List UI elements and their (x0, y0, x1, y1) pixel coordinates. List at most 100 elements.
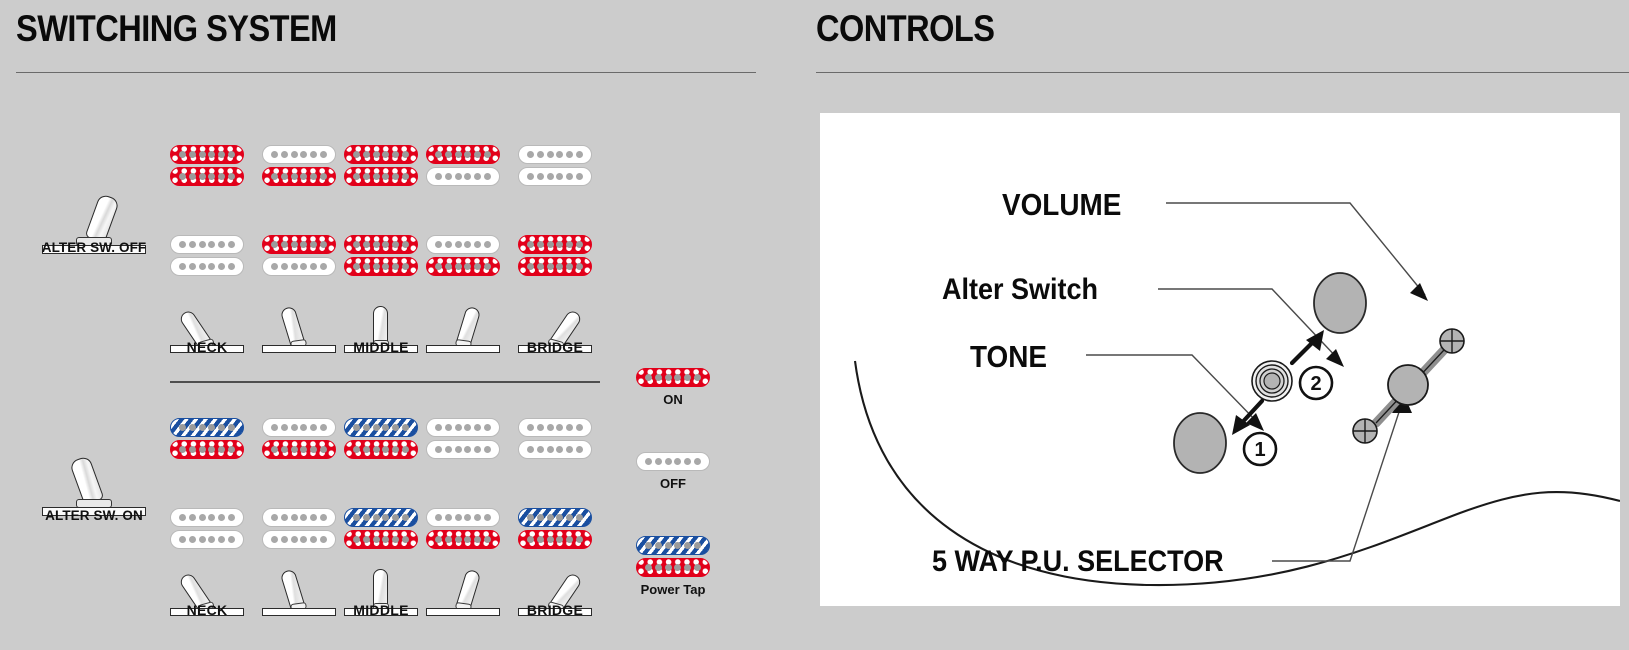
pole-piece (444, 536, 452, 543)
pole-piece (674, 564, 682, 571)
pickup-coil-tap (344, 418, 418, 437)
pole-pieces (345, 419, 417, 436)
pole-piece (566, 241, 574, 248)
pole-piece (402, 446, 410, 453)
pole-piece (228, 263, 236, 270)
pole-piece (280, 151, 288, 158)
pickup-coil-off (518, 145, 592, 164)
pole-piece (644, 374, 652, 381)
pole-piece (484, 514, 492, 521)
pole-piece (198, 446, 206, 453)
tone-knob[interactable] (1173, 412, 1227, 474)
pole-piece (228, 446, 236, 453)
alter-motion-arrow-2 (1289, 330, 1324, 366)
pole-piece (290, 514, 298, 521)
selector-base-icon (426, 608, 500, 616)
pole-piece (474, 173, 482, 180)
pole-piece (310, 151, 318, 158)
controls-title-divider (816, 72, 1629, 73)
position-label-middle: MIDDLE (353, 339, 409, 355)
pole-piece (526, 536, 534, 543)
pole-piece (320, 424, 328, 431)
pole-piece (484, 536, 492, 543)
pole-pieces (171, 441, 243, 458)
pole-piece (484, 424, 492, 431)
pickup-coil-on (170, 145, 244, 164)
guitar-spec-sheet: SWITCHING SYSTEM ALTER SW. OFF ALTER SW.… (0, 0, 1629, 650)
pole-pieces (345, 258, 417, 275)
pole-pieces (519, 509, 591, 526)
pole-piece (382, 263, 390, 270)
pole-piece (218, 536, 226, 543)
callout-circle-2: 2 (1298, 365, 1334, 401)
pole-piece (576, 151, 584, 158)
pole-piece (188, 536, 196, 543)
alter-switch-control[interactable] (1251, 360, 1293, 402)
pole-piece (218, 424, 226, 431)
pole-piece (566, 446, 574, 453)
pole-piece (566, 424, 574, 431)
pickup-coil-off (170, 530, 244, 549)
pole-pieces (171, 258, 243, 275)
pole-piece (454, 424, 462, 431)
pickup-bridge-pos-5 (518, 235, 592, 276)
pole-piece (280, 173, 288, 180)
pole-piece (484, 173, 492, 180)
pole-piece (300, 424, 308, 431)
selector-switch-pos-4[interactable] (426, 295, 500, 353)
pickup-coil-off (518, 167, 592, 186)
pole-piece (362, 151, 370, 158)
pole-pieces (345, 168, 417, 185)
alter-switch-on-label: ALTER SW. ON (45, 508, 143, 523)
pickup-coil-off (170, 235, 244, 254)
pole-piece (474, 536, 482, 543)
pole-piece (546, 241, 554, 248)
pole-pieces (427, 258, 499, 275)
selector-label: 5 WAY P.U. SELECTOR (932, 545, 1224, 578)
controls-diagram-svg: 1 2 (853, 202, 1621, 587)
pole-piece (362, 446, 370, 453)
pole-piece (526, 241, 534, 248)
position-label-neck: NECK (186, 339, 228, 355)
pole-piece (300, 514, 308, 521)
pole-piece (300, 241, 308, 248)
pole-piece (684, 458, 692, 465)
pole-pieces (263, 146, 335, 163)
pole-piece (674, 542, 682, 549)
pole-piece (444, 151, 452, 158)
pole-piece (290, 424, 298, 431)
pickup-coil-on (636, 558, 710, 577)
pole-piece (526, 424, 534, 431)
pole-piece (546, 263, 554, 270)
pole-piece (218, 446, 226, 453)
pole-piece (474, 151, 482, 158)
five-way-selector-switch[interactable] (1352, 328, 1465, 444)
pole-piece (270, 536, 278, 543)
pole-piece (664, 374, 672, 381)
pole-piece (310, 424, 318, 431)
volume-knob[interactable] (1313, 272, 1367, 334)
tone-leader-line (1086, 354, 1261, 426)
pole-pieces (263, 258, 335, 275)
pole-piece (280, 446, 288, 453)
selector-switch-pos-2[interactable] (262, 558, 336, 616)
position-label-bridge: BRIDGE (526, 602, 584, 618)
pole-piece (320, 446, 328, 453)
pole-piece (320, 241, 328, 248)
pole-piece (566, 536, 574, 543)
pole-piece (208, 173, 216, 180)
selector-switch-pos-2[interactable] (262, 295, 336, 353)
controls-panel: CONTROLS 1 2 VOLUME Alter Switch TONE 5 … (810, 0, 1629, 650)
pickup-coil-off (426, 167, 500, 186)
pickup-coil-on (344, 235, 418, 254)
callout-2-text: 2 (1310, 373, 1321, 395)
pickup-coil-on (170, 167, 244, 186)
pole-piece (300, 263, 308, 270)
pole-piece (372, 151, 380, 158)
pole-piece (178, 263, 186, 270)
pole-piece (526, 514, 534, 521)
pickup-bridge-pos-3 (344, 235, 418, 276)
pole-piece (546, 173, 554, 180)
pole-pieces (263, 168, 335, 185)
selector-switch-pos-4[interactable] (426, 558, 500, 616)
